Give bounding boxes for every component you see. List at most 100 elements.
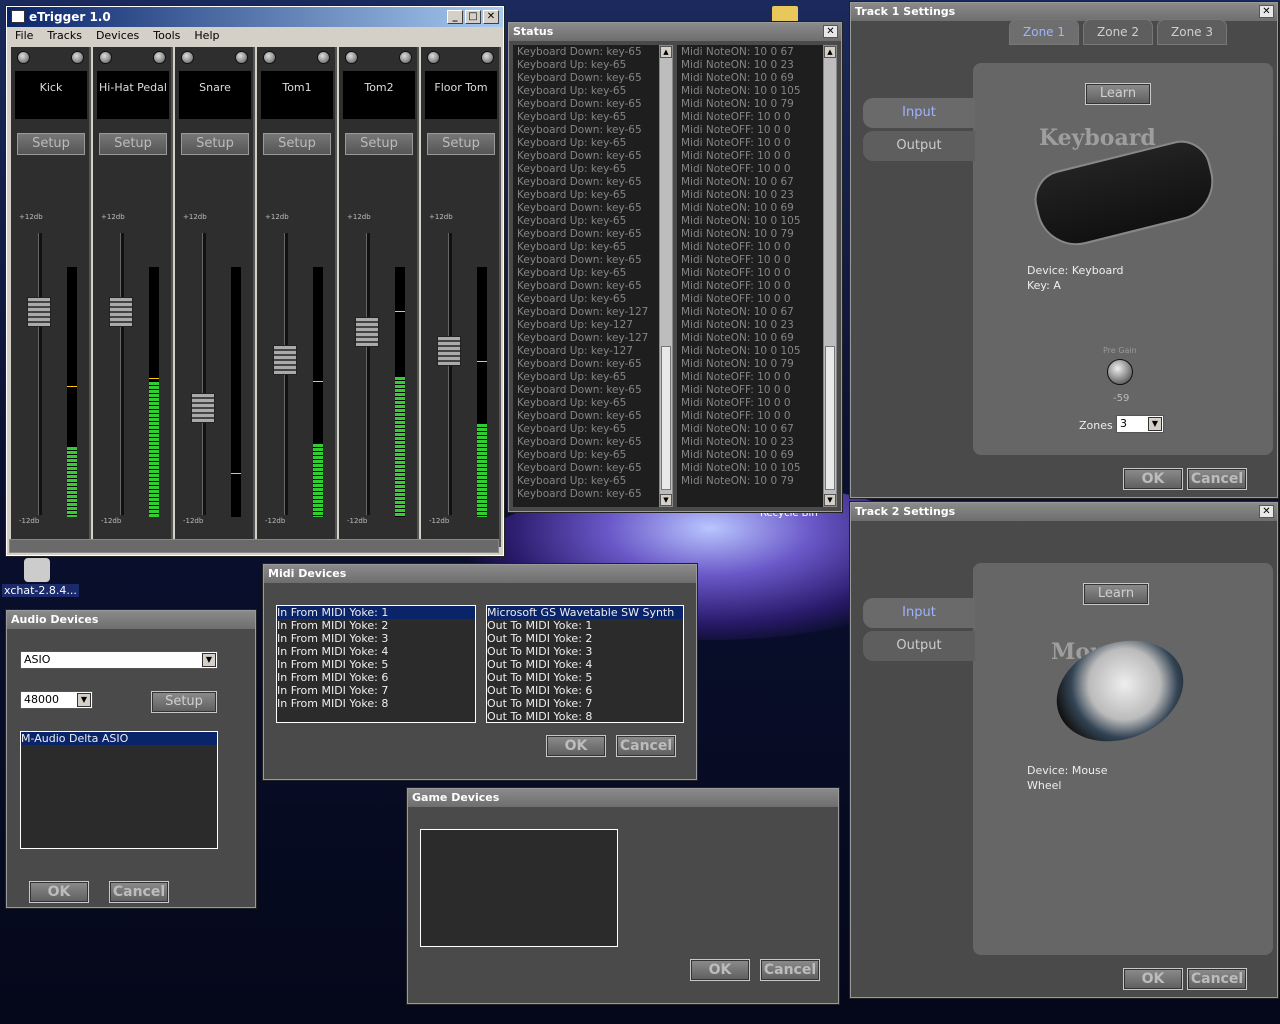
channel-setup-button[interactable]: Setup xyxy=(17,133,85,155)
log-line: Midi NoteOFF: 10 0 0 xyxy=(681,241,791,253)
audio-titlebar[interactable]: Audio Devices xyxy=(7,611,255,629)
menu-help[interactable]: Help xyxy=(194,27,219,45)
cancel-button[interactable]: Cancel xyxy=(616,735,676,757)
game-titlebar[interactable]: Game Devices xyxy=(408,789,838,807)
minimize-button[interactable]: _ xyxy=(447,10,463,24)
game-device-list[interactable] xyxy=(420,829,618,947)
channel-setup-button[interactable]: Setup xyxy=(99,133,167,155)
tab-zone-3[interactable]: Zone 3 xyxy=(1157,19,1227,45)
cancel-button[interactable]: Cancel xyxy=(1187,468,1247,490)
db-top-label: +12db xyxy=(101,213,125,221)
pan-knob-icon[interactable] xyxy=(17,51,30,64)
track2-settings-window: Track 2 Settings✕ Input Output Learn Mou… xyxy=(850,502,1278,998)
cancel-button[interactable]: Cancel xyxy=(109,881,169,903)
list-item: Out To MIDI Yoke: 5 xyxy=(487,671,593,684)
fader-handle[interactable] xyxy=(27,297,51,327)
fader-handle[interactable] xyxy=(109,297,133,327)
log-line: Keyboard Down: key-65 xyxy=(517,358,642,370)
pan-knob-icon[interactable] xyxy=(263,51,276,64)
log-line: Keyboard Up: key-127 xyxy=(517,319,633,331)
channel-setup-button[interactable]: Setup xyxy=(181,133,249,155)
fader-handle[interactable] xyxy=(191,393,215,423)
zone-panel xyxy=(973,563,1273,955)
mixer-scrollbar[interactable] xyxy=(9,539,499,553)
channel-strip: Tom1 Setup +12db -12db xyxy=(257,47,337,547)
track1-settings-window: Track 1 Settings ✕ Zone 1 Zone 2 Zone 3 I… xyxy=(850,2,1278,498)
pan-knob-icon[interactable] xyxy=(99,51,112,64)
gain-knob-icon[interactable] xyxy=(71,51,84,64)
midi-output-list[interactable]: Microsoft GS Wavetable SW Synth Out To MI… xyxy=(486,605,684,723)
track1-title: Track 1 Settings xyxy=(855,5,956,18)
pregain-knob[interactable] xyxy=(1107,359,1133,385)
menu-tools[interactable]: Tools xyxy=(153,27,180,45)
log-line: Keyboard Up: key-65 xyxy=(517,293,627,305)
log-line: Keyboard Down: key-65 xyxy=(517,72,642,84)
gain-knob-icon[interactable] xyxy=(317,51,330,64)
list-item: In From MIDI Yoke: 7 xyxy=(277,684,389,697)
audio-setup-button[interactable]: Setup xyxy=(151,691,217,713)
midi-input-list[interactable]: In From MIDI Yoke: 1 In From MIDI Yoke: 2… xyxy=(276,605,476,723)
chevron-down-icon: ▼ xyxy=(77,693,91,707)
midi-titlebar[interactable]: Midi Devices xyxy=(264,565,696,583)
menu-devices[interactable]: Devices xyxy=(96,27,139,45)
list-item: In From MIDI Yoke: 6 xyxy=(277,671,389,684)
fader-handle[interactable] xyxy=(273,345,297,375)
channel-setup-button[interactable]: Setup xyxy=(345,133,413,155)
ok-button[interactable]: OK xyxy=(1123,968,1183,990)
gain-knob-icon[interactable] xyxy=(481,51,494,64)
cancel-button[interactable]: Cancel xyxy=(1187,968,1247,990)
ok-button[interactable]: OK xyxy=(1123,468,1183,490)
tab-input[interactable]: Input xyxy=(863,98,975,128)
menu-tracks[interactable]: Tracks xyxy=(47,27,82,45)
xchat-icon[interactable] xyxy=(24,558,50,582)
midi-log-scrollbar[interactable]: ▲ ▼ xyxy=(823,45,837,507)
channel-name: Floor Tom xyxy=(425,71,497,119)
tab-output[interactable]: Output xyxy=(863,631,975,661)
pan-knob-icon[interactable] xyxy=(345,51,358,64)
cancel-button[interactable]: Cancel xyxy=(760,959,820,981)
pan-knob-icon[interactable] xyxy=(181,51,194,64)
fader-handle[interactable] xyxy=(355,317,379,347)
channel-strip: Floor Tom Setup +12db -12db xyxy=(421,47,501,547)
tab-zone-1[interactable]: Zone 1 xyxy=(1009,19,1079,45)
close-icon[interactable]: ✕ xyxy=(1259,505,1274,518)
xchat-label[interactable]: xchat-2.8.4... xyxy=(2,584,79,597)
zones-select[interactable]: 3 ▼ xyxy=(1116,415,1164,433)
ok-button[interactable]: OK xyxy=(546,735,606,757)
tab-output[interactable]: Output xyxy=(863,131,975,161)
learn-button[interactable]: Learn xyxy=(1085,83,1151,105)
pan-knob-icon[interactable] xyxy=(427,51,440,64)
track2-titlebar[interactable]: Track 2 Settings ✕ xyxy=(851,503,1277,521)
keyboard-log-scrollbar[interactable]: ▲ ▼ xyxy=(659,45,673,507)
list-item: In From MIDI Yoke: 8 xyxy=(277,697,389,710)
log-line: Keyboard Up: key-65 xyxy=(517,59,627,71)
level-meter xyxy=(67,267,77,517)
driver-select[interactable]: ASIO ▼ xyxy=(20,651,218,669)
status-titlebar[interactable]: Status ✕ xyxy=(509,23,841,41)
learn-button[interactable]: Learn xyxy=(1083,583,1149,605)
etrigger-titlebar[interactable]: eTrigger 1.0 _ □ ✕ xyxy=(7,7,503,27)
tab-zone-2[interactable]: Zone 2 xyxy=(1083,19,1153,45)
ok-button[interactable]: OK xyxy=(29,881,89,903)
fader-handle[interactable] xyxy=(437,336,461,366)
log-line: Keyboard Down: key-65 xyxy=(517,150,642,162)
close-icon[interactable]: ✕ xyxy=(1259,5,1274,18)
close-icon[interactable]: ✕ xyxy=(823,25,838,38)
channel-setup-button[interactable]: Setup xyxy=(427,133,495,155)
gain-knob-icon[interactable] xyxy=(399,51,412,64)
gain-knob-icon[interactable] xyxy=(153,51,166,64)
close-button[interactable]: ✕ xyxy=(483,10,499,24)
menu-file[interactable]: File xyxy=(15,27,33,45)
ok-button[interactable]: OK xyxy=(690,959,750,981)
channel-setup-button[interactable]: Setup xyxy=(263,133,331,155)
db-top-label: +12db xyxy=(429,213,453,221)
gain-knob-icon[interactable] xyxy=(235,51,248,64)
log-line: Keyboard Down: key-127 xyxy=(517,306,649,318)
level-meter xyxy=(149,267,159,517)
audio-title: Audio Devices xyxy=(11,613,99,626)
audio-device-list[interactable]: M-Audio Delta ASIO xyxy=(20,731,218,849)
maximize-button[interactable]: □ xyxy=(465,10,481,24)
log-line: Midi NoteON: 10 0 67 xyxy=(681,306,794,318)
samplerate-select[interactable]: 48000 ▼ xyxy=(20,691,93,709)
tab-input[interactable]: Input xyxy=(863,598,975,628)
